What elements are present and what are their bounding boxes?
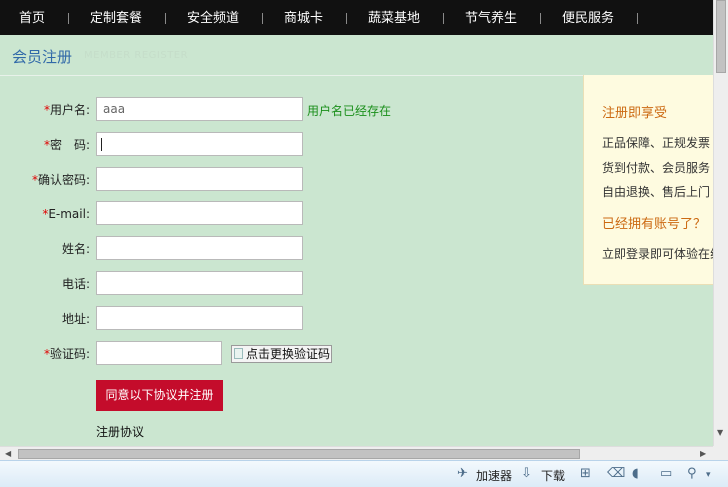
agreement-link[interactable]: 注册协议 [96,423,144,440]
accelerator-label[interactable]: 加速器 [476,467,512,484]
username-label: *用户名: [43,103,90,117]
username-row: *用户名: [0,97,90,123]
scroll-down-icon[interactable]: ▼ [717,428,723,437]
name-label: 姓名: [61,242,90,256]
captcha-image-alt-text: 点击更换验证码 [246,347,331,361]
text-caret [101,138,102,151]
section-header: 会员注册 MEMBER REGISTER [0,35,713,76]
nav-separator [443,13,444,24]
email-label: *E-mail: [42,207,90,221]
nav-separator [262,13,263,24]
email-row: *E-mail: [0,201,90,227]
captcha-field[interactable] [96,341,222,365]
nav-item-custom-package[interactable]: 定制套餐 [90,0,142,35]
page-subtitle: MEMBER REGISTER [84,50,189,61]
zoom-icon[interactable]: ⚲ [687,466,697,481]
chevron-down-icon[interactable]: ▾ [706,470,711,480]
address-field[interactable] [96,306,303,330]
page: 首页 定制套餐 安全频道 商城卡 蔬菜基地 节气养生 便民服务 会员注册 MEM… [0,0,713,446]
benefit-line: 自由退换、售后上门 [602,185,711,199]
nav-item-home[interactable]: 首页 [19,0,45,35]
download-label[interactable]: 下载 [541,467,565,484]
name-row: 姓名: [0,236,90,262]
page-title: 会员注册 [12,48,73,66]
password-field[interactable] [96,132,303,156]
scroll-left-icon[interactable]: ◀ [5,447,11,461]
accelerator-icon[interactable]: ✈ [457,466,468,481]
address-row: 地址: [0,306,90,332]
nav-item-seasonal-health[interactable]: 节气养生 [465,0,517,35]
confirm-password-field[interactable] [96,167,303,191]
sound-icon[interactable]: ◖ [632,466,639,481]
password-label: *密 码: [43,138,90,152]
login-text[interactable]: 立即登录即可体验在线 [602,245,713,262]
benefits-heading: 注册即享受 [602,106,668,121]
nav-separator [637,13,638,24]
nav-separator [68,13,69,24]
trash-icon[interactable]: ⌫ [607,466,625,481]
nav-separator [346,13,347,24]
top-navigation: 首页 定制套餐 安全频道 商城卡 蔬菜基地 节气养生 便民服务 [0,0,713,35]
horizontal-scroll-thumb[interactable] [18,449,580,459]
nav-item-convenience[interactable]: 便民服务 [562,0,614,35]
scrollbar-corner [713,446,728,460]
add-tab-icon[interactable]: ⊞ [580,466,591,481]
nav-item-mall-card[interactable]: 商城卡 [284,0,323,35]
register-submit-button[interactable]: 同意以下协议并注册 [96,380,223,411]
address-label: 地址: [61,312,90,326]
benefit-line: 货到付款、会员服务 [602,161,711,175]
name-field[interactable] [96,236,303,260]
phone-label: 电话: [61,277,90,291]
password-row: *密 码: [0,132,90,158]
nav-separator [540,13,541,24]
browser-status-bar: ✈ 加速器 ⇩ 下载 ⊞ ⌫ ◖ ▭ ⚲ ▾ [0,460,728,487]
nav-item-security[interactable]: 安全频道 [187,0,239,35]
phone-row: 电话: [0,271,90,297]
captcha-label: *验证码: [43,347,90,361]
broken-image-icon [234,348,243,359]
vertical-scroll-thumb[interactable] [716,0,726,73]
horizontal-scrollbar[interactable]: ◀ ▶ [0,446,713,460]
captcha-row: *验证码: [0,341,90,367]
vertical-scrollbar[interactable]: ▼ [713,0,728,446]
phone-field[interactable] [96,271,303,295]
screen-icon[interactable]: ▭ [660,466,672,481]
benefits-panel: 注册即享受 正品保障、正规发票 货到付款、会员服务 自由退换、售后上门 已经拥有… [583,75,713,285]
scroll-right-icon[interactable]: ▶ [700,447,706,461]
username-hint: 用户名已经存在 [307,104,392,118]
login-heading: 已经拥有账号了？ [602,217,707,232]
download-icon[interactable]: ⇩ [521,466,532,481]
confirm-password-row: *确认密码: [0,167,90,193]
nav-separator [165,13,166,24]
username-field[interactable]: aaa [96,97,303,121]
email-field[interactable] [96,201,303,225]
confirm-password-label: *确认密码: [31,173,90,187]
nav-item-vegetable-base[interactable]: 蔬菜基地 [368,0,420,35]
captcha-image[interactable]: 点击更换验证码 [231,345,332,363]
benefit-line: 正品保障、正规发票 [602,136,711,150]
